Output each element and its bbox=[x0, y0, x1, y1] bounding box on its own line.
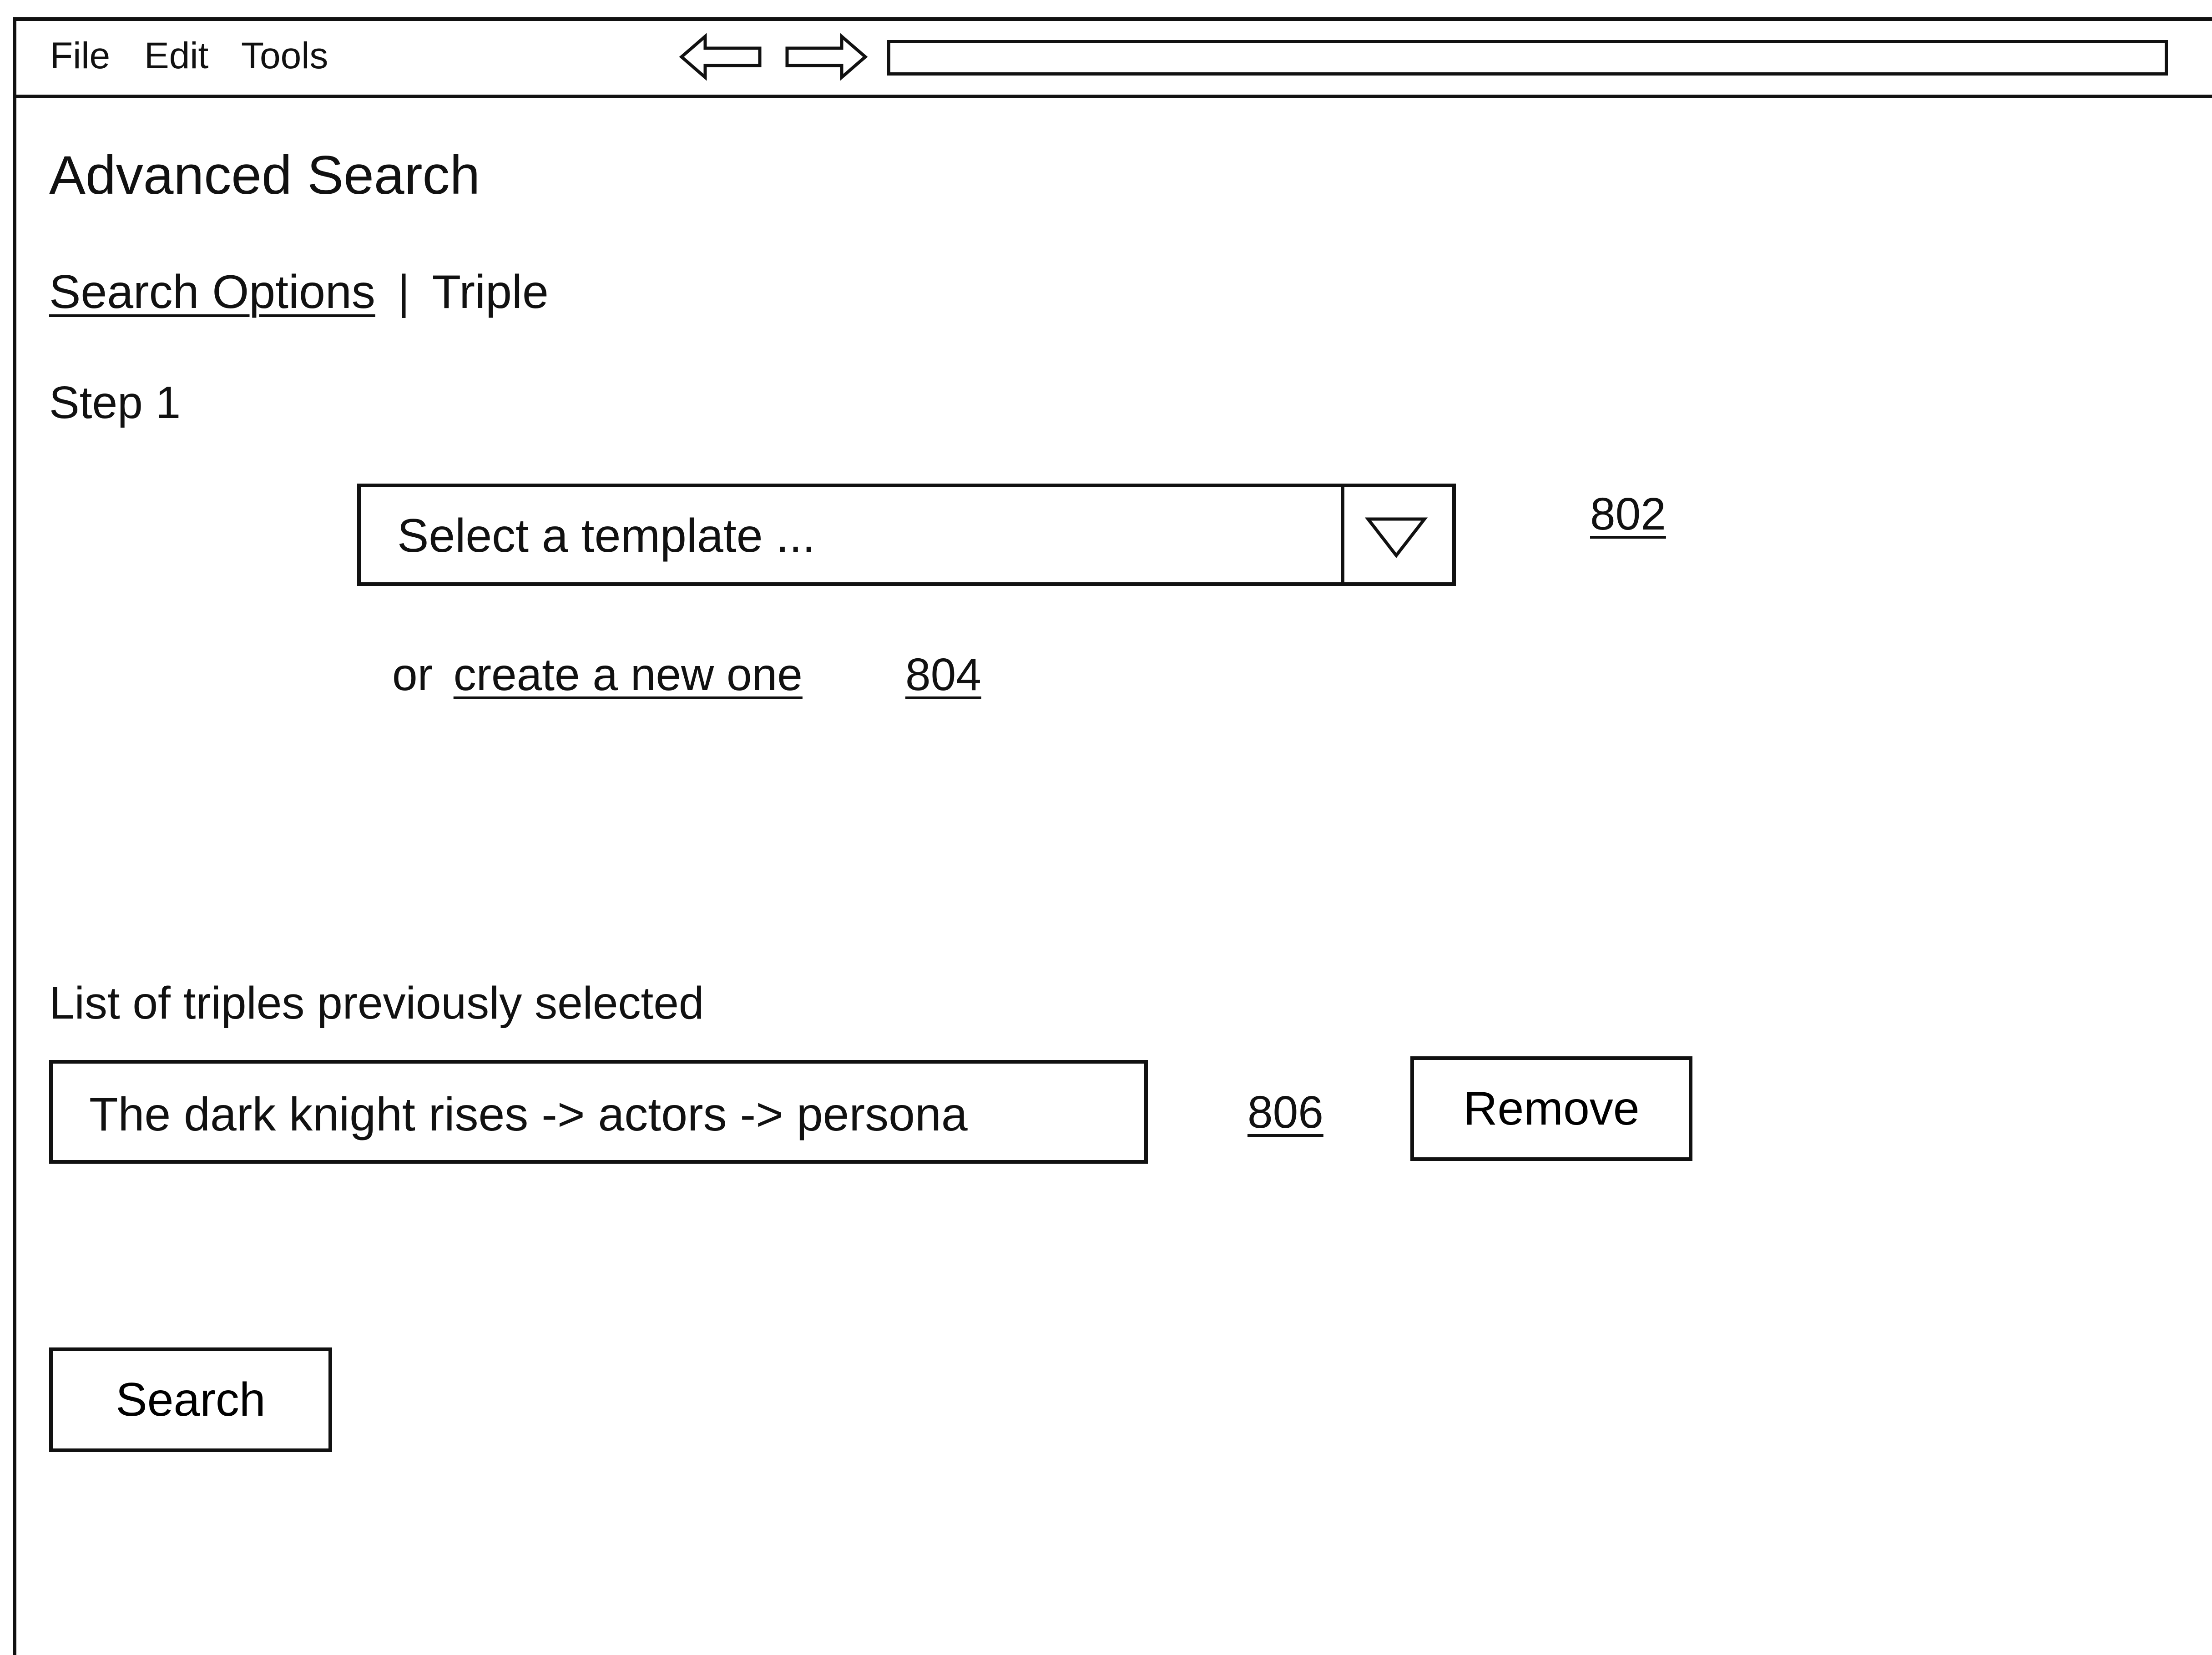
breadcrumb: Search Options | Triple bbox=[49, 268, 549, 316]
menu-tools[interactable]: Tools bbox=[241, 37, 328, 75]
left-arrow-icon[interactable] bbox=[678, 32, 764, 82]
breadcrumb-link-search-options[interactable]: Search Options bbox=[49, 266, 375, 318]
create-prefix: or bbox=[392, 649, 433, 700]
breadcrumb-current: Triple bbox=[432, 266, 549, 318]
ref-label-802: 802 bbox=[1590, 489, 1666, 540]
triples-list[interactable]: The dark knight rises -> actors -> perso… bbox=[49, 1060, 1148, 1164]
triples-list-label: List of triples previously selected bbox=[49, 978, 704, 1029]
template-select-toggle[interactable] bbox=[1341, 487, 1452, 582]
create-new-line: or create a new one bbox=[392, 652, 803, 697]
triangle-down-icon bbox=[1364, 517, 1428, 558]
remove-button[interactable]: Remove bbox=[1410, 1056, 1692, 1161]
breadcrumb-separator: | bbox=[397, 266, 410, 318]
create-new-link[interactable]: create a new one bbox=[454, 649, 803, 700]
step-label: Step 1 bbox=[49, 377, 181, 428]
template-select[interactable]: Select a template ... bbox=[357, 484, 1456, 586]
ref-label-804: 804 bbox=[905, 649, 981, 700]
menu-file[interactable]: File bbox=[50, 37, 110, 75]
address-bar[interactable] bbox=[887, 40, 2168, 76]
ref-label-806: 806 bbox=[1247, 1087, 1323, 1138]
template-select-value: Select a template ... bbox=[397, 510, 816, 562]
browser-window bbox=[13, 17, 2212, 1655]
right-arrow-icon[interactable] bbox=[783, 32, 869, 82]
list-item[interactable]: The dark knight rises -> actors -> perso… bbox=[89, 1091, 968, 1138]
search-button[interactable]: Search bbox=[49, 1347, 332, 1452]
menu-edit[interactable]: Edit bbox=[144, 37, 208, 75]
page-title: Advanced Search bbox=[49, 145, 480, 206]
